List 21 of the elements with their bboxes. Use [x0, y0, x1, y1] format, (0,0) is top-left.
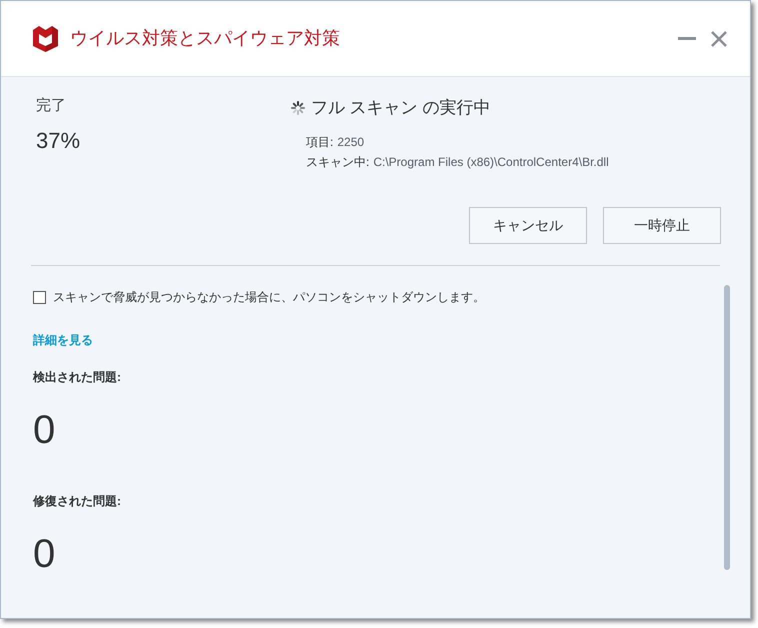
detail-label: スキャン中: — [306, 154, 370, 170]
scan-title: フル スキャン の実行中 — [311, 97, 490, 119]
result-label: 修復された問題: — [33, 493, 122, 510]
detail-value: C:\Program Files (x86)\ControlCenter4\Br.dll — [373, 154, 609, 170]
checkbox[interactable] — [33, 290, 46, 304]
spinner-icon — [291, 100, 305, 115]
detail-label: 項目: — [306, 134, 334, 150]
result-label: 検出された問題: — [33, 369, 122, 386]
result-count: 0 — [33, 534, 56, 574]
action-button[interactable]: 一時停止 — [603, 207, 721, 244]
scrollbar-thumb[interactable] — [724, 285, 730, 570]
progress-percent: 37% — [36, 126, 82, 154]
detail-value: 2250 — [337, 134, 364, 150]
close-icon — [711, 30, 727, 46]
result-count: 0 — [33, 410, 56, 450]
action-button[interactable]: キャンセル — [469, 207, 587, 244]
window-title: ウイルス対策とスパイウェア対策 — [70, 27, 340, 50]
shield-logo-icon — [33, 26, 58, 52]
minimize-icon — [678, 37, 696, 40]
progress-label: 完了 — [36, 96, 67, 116]
shutdown-option-label: スキャンで脅威が見つからなかった場合に、パソコンをシャットダウンします。 — [53, 289, 485, 306]
